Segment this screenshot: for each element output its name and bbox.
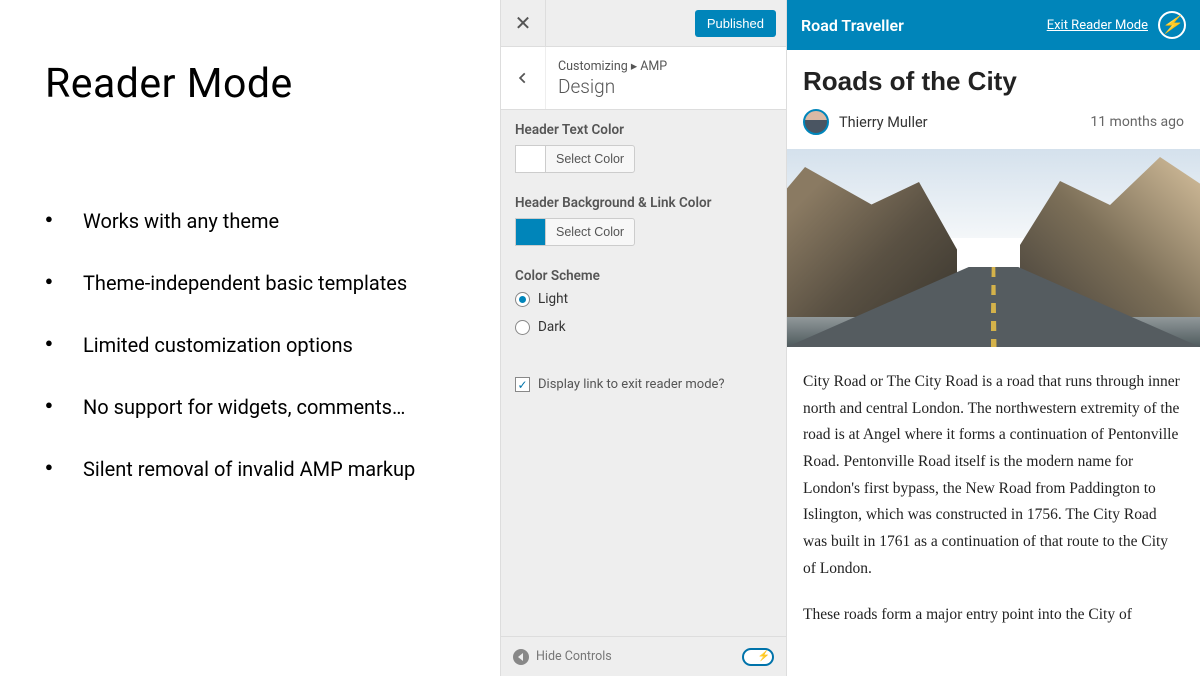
section-header: Customizing ▸ AMP Design bbox=[501, 47, 786, 110]
article: Roads of the City Thierry Muller 11 mont… bbox=[787, 50, 1200, 149]
article-title: Roads of the City bbox=[803, 66, 1184, 97]
customizer-body: Header Text Color Select Color Header Ba… bbox=[501, 110, 786, 636]
hero-image bbox=[787, 149, 1200, 347]
preview-header: Road Traveller Exit Reader Mode ⚡ bbox=[787, 0, 1200, 50]
avatar bbox=[803, 109, 829, 135]
site-title: Road Traveller bbox=[801, 16, 904, 35]
slide-title: Reader Mode bbox=[45, 60, 500, 108]
color-swatch[interactable] bbox=[515, 145, 545, 173]
article-paragraph: These roads form a major entry point int… bbox=[803, 602, 1184, 629]
customizer-panel: ✕ Published Customizing ▸ AMP Design Hea… bbox=[500, 0, 787, 676]
collapse-icon bbox=[513, 649, 529, 665]
customizer-topbar: ✕ Published bbox=[501, 0, 786, 47]
article-body: City Road or The City Road is a road tha… bbox=[787, 347, 1200, 649]
slide-panel: Reader Mode Works with any theme Theme-i… bbox=[0, 0, 500, 676]
slide-bullet: Limited customization options bbox=[45, 332, 500, 358]
header-text-color-label: Header Text Color bbox=[515, 122, 772, 138]
header-text-color-control: Select Color bbox=[515, 145, 772, 173]
close-icon: ✕ bbox=[515, 11, 532, 35]
checkbox-icon: ✓ bbox=[515, 377, 530, 392]
article-paragraph: City Road or The City Road is a road tha… bbox=[803, 369, 1184, 582]
article-meta: Thierry Muller 11 months ago bbox=[803, 109, 1184, 135]
amp-toggle[interactable] bbox=[742, 648, 774, 666]
radio-label: Dark bbox=[538, 319, 566, 335]
hide-controls-button[interactable]: Hide Controls bbox=[513, 649, 612, 665]
radio-label: Light bbox=[538, 291, 568, 307]
header-bg-color-control: Select Color bbox=[515, 218, 772, 246]
author-block: Thierry Muller bbox=[803, 109, 928, 135]
timestamp: 11 months ago bbox=[1090, 114, 1184, 130]
close-button[interactable]: ✕ bbox=[501, 0, 546, 47]
amp-icon: ⚡ bbox=[1158, 11, 1186, 39]
section-labels: Customizing ▸ AMP Design bbox=[546, 48, 679, 108]
checkbox-label: Display link to exit reader mode? bbox=[538, 377, 725, 392]
exit-link-checkbox[interactable]: ✓ Display link to exit reader mode? bbox=[515, 359, 772, 392]
slide-bullet: Silent removal of invalid AMP markup bbox=[45, 456, 500, 482]
published-button[interactable]: Published bbox=[695, 10, 776, 37]
color-scheme-radio-group: Light Dark bbox=[515, 291, 772, 335]
slide-bullet: No support for widgets, comments… bbox=[45, 394, 500, 420]
select-color-button[interactable]: Select Color bbox=[545, 145, 635, 173]
slide-bullet-list: Works with any theme Theme-independent b… bbox=[45, 208, 500, 482]
header-bg-color-label: Header Background & Link Color bbox=[515, 195, 772, 211]
radio-icon bbox=[515, 320, 530, 335]
color-swatch[interactable] bbox=[515, 218, 545, 246]
preview-panel: Road Traveller Exit Reader Mode ⚡ Roads … bbox=[787, 0, 1200, 676]
exit-reader-mode-link[interactable]: Exit Reader Mode bbox=[1047, 18, 1148, 33]
exit-area: Exit Reader Mode ⚡ bbox=[1047, 11, 1186, 39]
back-button[interactable] bbox=[501, 47, 546, 109]
slide-bullet: Theme-independent basic templates bbox=[45, 270, 500, 296]
slide-bullet: Works with any theme bbox=[45, 208, 500, 234]
hide-controls-label: Hide Controls bbox=[536, 649, 612, 664]
radio-icon bbox=[515, 292, 530, 307]
radio-option-dark[interactable]: Dark bbox=[515, 319, 772, 335]
chevron-left-icon bbox=[516, 71, 530, 85]
section-title: Design bbox=[558, 75, 667, 98]
author-name: Thierry Muller bbox=[839, 114, 928, 131]
customizer-footer: Hide Controls bbox=[501, 636, 786, 676]
select-color-button[interactable]: Select Color bbox=[545, 218, 635, 246]
color-scheme-label: Color Scheme bbox=[515, 268, 772, 284]
breadcrumb: Customizing ▸ AMP bbox=[558, 58, 667, 74]
radio-option-light[interactable]: Light bbox=[515, 291, 772, 307]
